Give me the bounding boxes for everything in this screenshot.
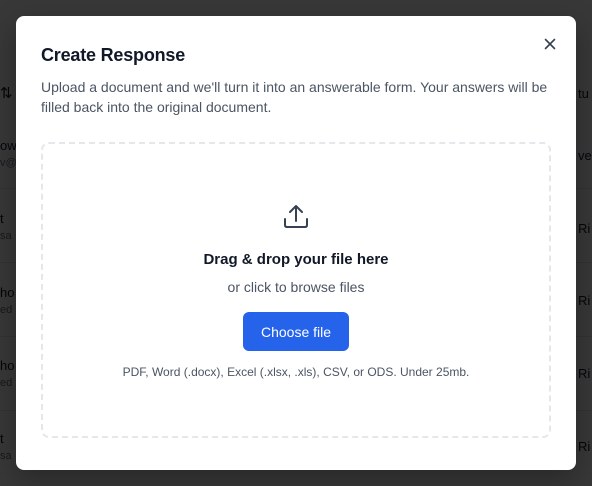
- supported-formats-hint: PDF, Word (.docx), Excel (.xlsx, .xls), …: [122, 365, 470, 379]
- dialog-title: Create Response: [41, 45, 186, 65]
- upload-icon: [284, 205, 308, 228]
- dialog-description: Upload a document and we'll turn it into…: [41, 79, 548, 115]
- file-dropzone[interactable]: Drag & drop your file here or click to b…: [41, 142, 551, 438]
- dropzone-title: Drag & drop your file here: [203, 251, 389, 268]
- choose-file-button[interactable]: Choose file: [243, 312, 349, 351]
- close-button[interactable]: [538, 32, 562, 56]
- close-icon: [544, 38, 556, 50]
- dropzone-subtitle: or click to browse files: [227, 279, 365, 295]
- create-response-dialog: Create Response Upload a document and we…: [16, 16, 576, 470]
